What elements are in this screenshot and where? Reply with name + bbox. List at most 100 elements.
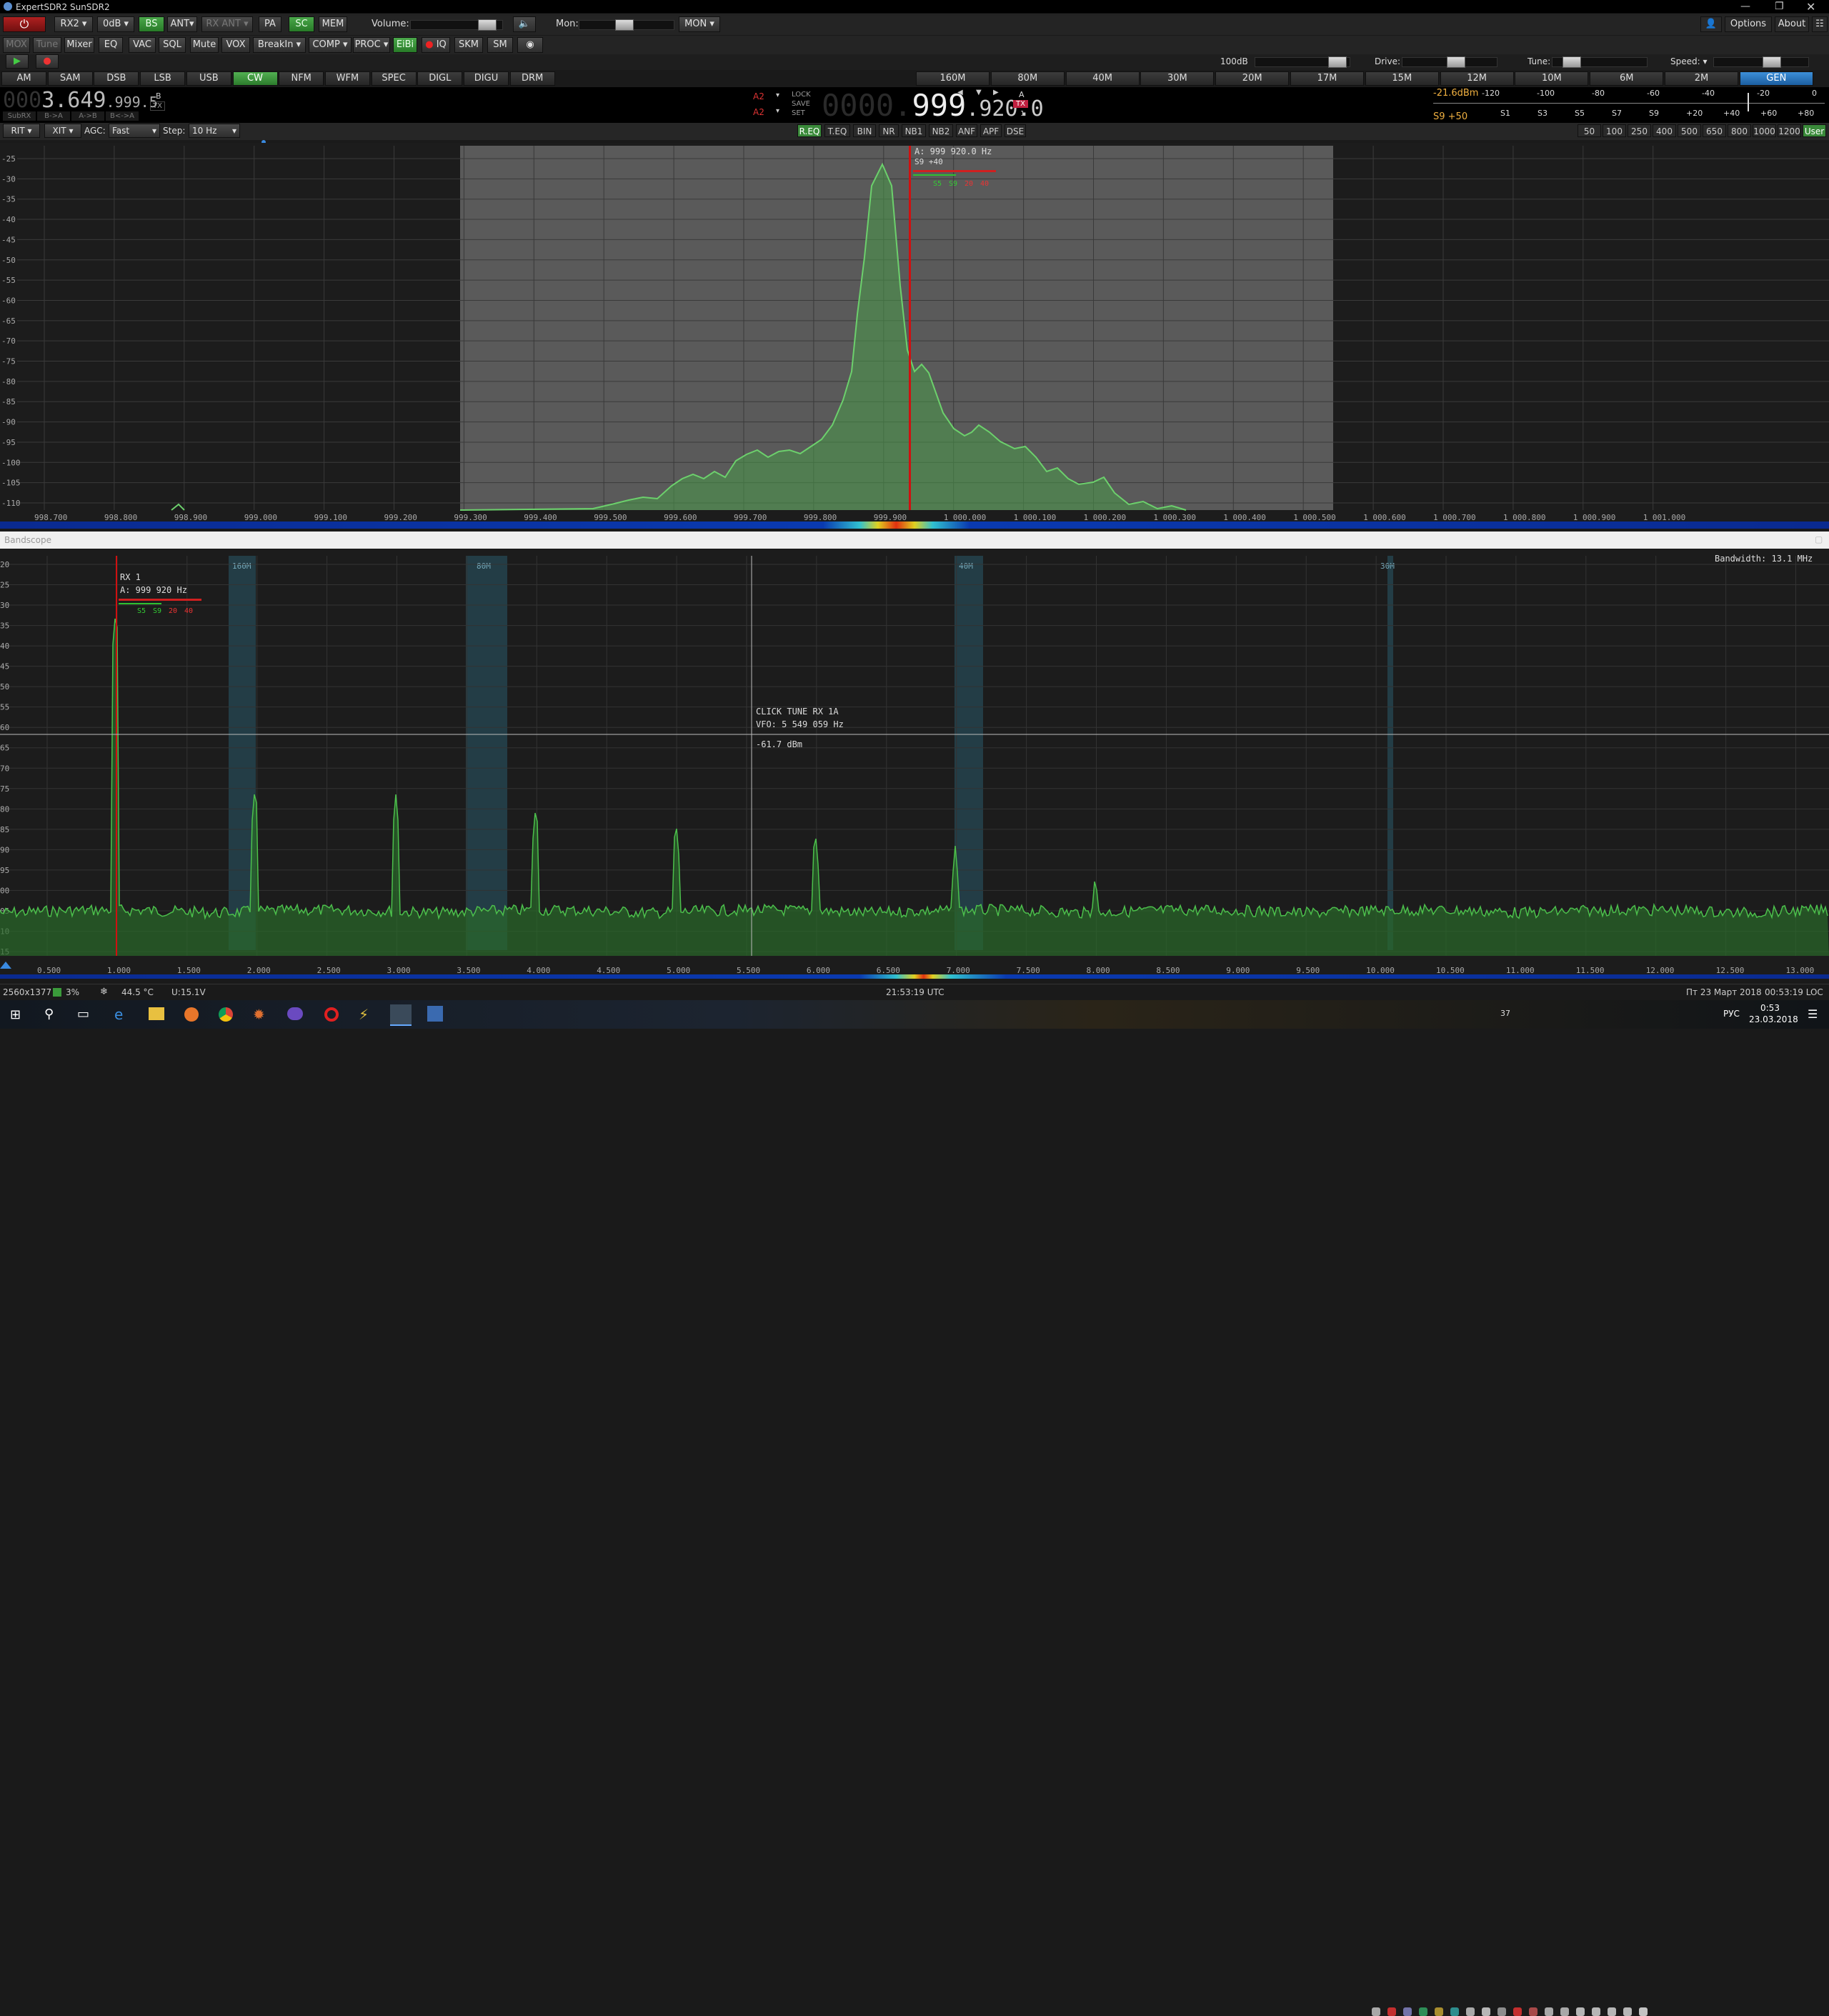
- user-icon[interactable]: 👤: [1700, 16, 1722, 32]
- dsp-nb1[interactable]: NB1: [902, 124, 926, 137]
- tray-icon[interactable]: [1623, 2007, 1632, 2016]
- tray-icon[interactable]: [1387, 2007, 1396, 2016]
- tray-icon[interactable]: [1403, 2007, 1412, 2016]
- mode-usb[interactable]: USB: [186, 71, 231, 86]
- speaker-button[interactable]: 🔈: [513, 16, 536, 32]
- tray-icon[interactable]: [1435, 2007, 1443, 2016]
- tray-icon[interactable]: [1466, 2007, 1475, 2016]
- comp-select[interactable]: COMP ▾: [309, 37, 352, 53]
- tray-icon[interactable]: [1513, 2007, 1522, 2016]
- tray-icon[interactable]: [1372, 2007, 1380, 2016]
- vfo-cursor[interactable]: [909, 146, 911, 510]
- speed-label[interactable]: Speed: ▾: [1670, 56, 1708, 66]
- a2-label-2[interactable]: A2: [753, 107, 764, 117]
- play-button[interactable]: ▶: [6, 54, 29, 69]
- location-icon[interactable]: ◉: [517, 37, 543, 53]
- mox-button[interactable]: MOX: [3, 37, 30, 53]
- app-icon-7[interactable]: ⚡: [359, 1006, 369, 1023]
- bw-800[interactable]: 800: [1728, 124, 1751, 137]
- band-160m[interactable]: 160M: [916, 71, 990, 86]
- sm-button[interactable]: SM: [487, 37, 513, 53]
- set-button[interactable]: SET: [792, 109, 820, 118]
- mixer-button[interactable]: Mixer: [64, 37, 94, 53]
- band-12m[interactable]: 12M: [1440, 71, 1514, 86]
- opera-icon[interactable]: [324, 1007, 339, 1022]
- rx-ant-select[interactable]: RX ANT ▾: [201, 16, 253, 32]
- band-gen[interactable]: GEN: [1739, 71, 1813, 86]
- tray-icon[interactable]: [1576, 2007, 1585, 2016]
- skm-button[interactable]: SKM: [454, 37, 483, 53]
- band-80m[interactable]: 80M: [990, 71, 1065, 86]
- band-30m[interactable]: 30M: [1140, 71, 1215, 86]
- task-view-icon[interactable]: ▭: [77, 1007, 89, 1022]
- panadapter[interactable]: -25 -30 -35 -40 -45 -50 -55 -60 -65 -70 -75 -80 -85 -…: [0, 143, 1829, 529]
- sc-button[interactable]: SC: [289, 16, 314, 32]
- step-select[interactable]: 10 Hz ▾: [189, 124, 240, 138]
- restore-icon[interactable]: ❐: [1775, 1, 1784, 12]
- windows-start-icon[interactable]: ⊞: [10, 1007, 21, 1022]
- bw-650[interactable]: 650: [1703, 124, 1726, 137]
- ant-select[interactable]: ANT▾: [167, 16, 197, 32]
- mode-lsb[interactable]: LSB: [140, 71, 186, 86]
- tune-slider[interactable]: [1552, 56, 1648, 68]
- mode-spec[interactable]: SPEC: [371, 71, 417, 86]
- about-button[interactable]: About: [1775, 16, 1809, 32]
- record-button[interactable]: ●: [36, 54, 59, 69]
- save-button[interactable]: SAVE: [792, 99, 820, 109]
- bw-400[interactable]: 400: [1653, 124, 1676, 137]
- options-button[interactable]: Options: [1725, 16, 1772, 32]
- sub-button-0[interactable]: SubRX: [3, 111, 36, 121]
- bw-250[interactable]: 250: [1628, 124, 1651, 137]
- proc-select[interactable]: PROC ▾: [353, 37, 390, 53]
- bw-1200[interactable]: 1200: [1778, 124, 1801, 137]
- eibi-button[interactable]: EiBi: [393, 37, 417, 53]
- band-2m[interactable]: 2M: [1665, 71, 1738, 86]
- bw-user[interactable]: User: [1803, 124, 1826, 137]
- mem-button[interactable]: MEM: [319, 16, 347, 32]
- dsp-nr[interactable]: NR: [879, 124, 899, 137]
- bw-50[interactable]: 50: [1578, 124, 1601, 137]
- panel-toggle-icon[interactable]: ☷: [1812, 16, 1828, 32]
- band-10m[interactable]: 10M: [1515, 71, 1589, 86]
- tray-icon[interactable]: [1482, 2007, 1490, 2016]
- vfo-b-tx[interactable]: TX: [150, 101, 165, 111]
- band-17m[interactable]: 17M: [1290, 71, 1364, 86]
- dsp-bin[interactable]: BIN: [853, 124, 876, 137]
- mode-sam[interactable]: SAM: [47, 71, 93, 86]
- eq-button[interactable]: EQ: [99, 37, 123, 53]
- tray-icon[interactable]: [1545, 2007, 1553, 2016]
- band-40m[interactable]: 40M: [1065, 71, 1140, 86]
- dsp-apf[interactable]: APF: [980, 124, 1002, 137]
- bw-1000[interactable]: 1000: [1753, 124, 1776, 137]
- dsp-t-eq[interactable]: T.EQ: [824, 124, 850, 137]
- tray-icon[interactable]: [1639, 2007, 1648, 2016]
- sql-button[interactable]: SQL: [159, 37, 186, 53]
- lock-button[interactable]: LOCK: [792, 90, 820, 99]
- vfo-a-step-down-icon[interactable]: ▼: [976, 89, 982, 96]
- mute-button[interactable]: Mute: [190, 37, 219, 53]
- rx-select[interactable]: RX2 ▾: [54, 16, 93, 32]
- mode-dsb[interactable]: DSB: [94, 71, 139, 86]
- minimize-icon[interactable]: —: [1740, 1, 1750, 12]
- dsp-dse[interactable]: DSE: [1005, 124, 1026, 137]
- a2-dropdown-icon-2[interactable]: ▾: [776, 107, 779, 115]
- xit-select[interactable]: XIT ▾: [44, 124, 81, 138]
- settings-app-icon[interactable]: ✹: [253, 1006, 265, 1023]
- a2-label-1[interactable]: A2: [753, 91, 764, 101]
- bw-500[interactable]: 500: [1678, 124, 1701, 137]
- atten-slider[interactable]: [1255, 56, 1350, 68]
- dsp-anf[interactable]: ANF: [956, 124, 977, 137]
- edge-icon[interactable]: e: [114, 1006, 123, 1023]
- pa-button[interactable]: PA: [259, 16, 281, 32]
- sub-button-3[interactable]: B<->A: [106, 111, 139, 121]
- vac-button[interactable]: VAC: [129, 37, 156, 53]
- expertsdr-taskbar-icon[interactable]: [390, 1004, 412, 1026]
- tray-icon[interactable]: [1450, 2007, 1459, 2016]
- sub-button-2[interactable]: A->B: [71, 111, 104, 121]
- tray-icon[interactable]: [1529, 2007, 1538, 2016]
- taskbar-date[interactable]: 23.03.2018: [1749, 1014, 1798, 1024]
- app-icon-9[interactable]: [427, 1006, 443, 1022]
- mode-digu[interactable]: DIGU: [464, 71, 509, 86]
- band-20m[interactable]: 20M: [1215, 71, 1290, 86]
- tray-icon[interactable]: [1419, 2007, 1427, 2016]
